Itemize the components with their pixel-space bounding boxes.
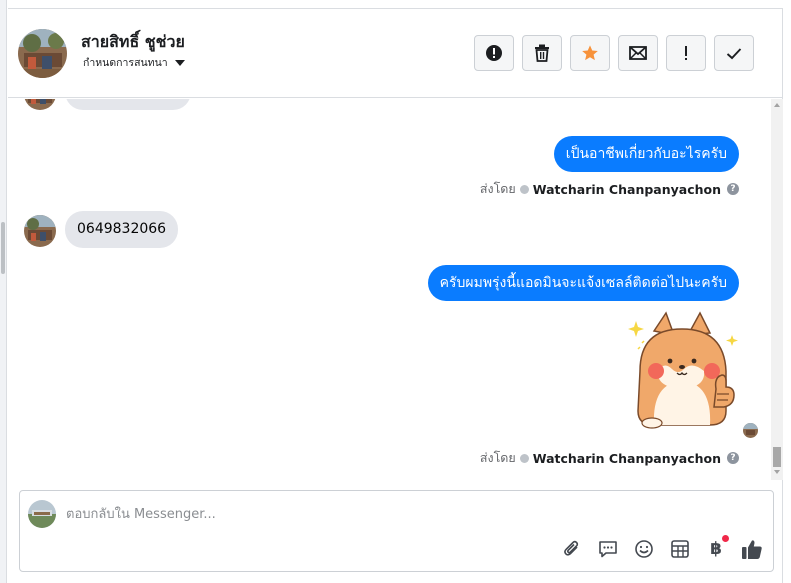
check-icon xyxy=(726,47,742,59)
header-actions xyxy=(474,35,754,71)
caret-down-icon xyxy=(174,59,185,66)
envelope-icon xyxy=(629,46,647,60)
like-button[interactable] xyxy=(741,538,763,560)
exclamation-icon xyxy=(685,46,687,60)
emoji-button[interactable] xyxy=(633,538,655,560)
message-thread[interactable]: เป็นอาชีพเกี่ยวกับอะไรครับ ส่งโดย Watcha… xyxy=(8,99,770,479)
sender-name[interactable]: Watcharin Chanpanyachon xyxy=(533,451,721,466)
like-icon xyxy=(742,540,762,559)
report-button[interactable] xyxy=(474,35,514,71)
baht-icon: ฿ xyxy=(710,539,722,559)
scroll-up-arrow-icon[interactable] xyxy=(774,103,780,107)
reply-composer: ฿ xyxy=(19,490,774,572)
sender-avatar[interactable] xyxy=(24,99,56,110)
left-scrollbar[interactable] xyxy=(0,0,7,583)
help-icon[interactable]: ? xyxy=(727,183,739,195)
sent-by-label: ส่งโดย Watcharin Chanpanyachon ? xyxy=(480,448,739,468)
contact-name: สายสิทธิ์ ชูช่วย xyxy=(81,32,185,51)
star-button[interactable] xyxy=(570,35,610,71)
conversation-header: สายสิทธิ์ ชูช่วย กำหนดการสนทนา xyxy=(8,9,782,98)
composer-toolbar: ฿ xyxy=(561,535,763,560)
mark-unread-button[interactable] xyxy=(618,35,658,71)
scroll-down-arrow-icon[interactable] xyxy=(774,470,780,474)
reply-input[interactable] xyxy=(66,501,716,527)
payment-button[interactable]: ฿ xyxy=(705,535,729,560)
attach-button[interactable] xyxy=(561,538,583,560)
attach-icon xyxy=(564,540,579,556)
delete-button[interactable] xyxy=(522,35,562,71)
alert-circle-icon xyxy=(486,45,502,61)
trash-icon xyxy=(535,44,549,62)
thread-scrollbar-thumb[interactable] xyxy=(773,447,781,467)
sender-name[interactable]: Watcharin Chanpanyachon xyxy=(533,182,721,197)
seen-by-avatar xyxy=(743,423,758,438)
conversation-settings-dropdown[interactable]: กำหนดการสนทนา xyxy=(83,54,185,71)
sender-avatar[interactable] xyxy=(24,215,56,247)
messenger-window: สายสิทธิ์ ชูช่วย กำหนดการสนทนา เป็นอาชีพ… xyxy=(0,0,791,583)
saved-replies-button[interactable] xyxy=(597,538,619,560)
important-button[interactable] xyxy=(666,35,706,71)
emoji-icon xyxy=(635,540,653,558)
incoming-message[interactable]: 0649832066 xyxy=(65,211,179,248)
shiba-thumbs-up-sticker[interactable] xyxy=(614,311,744,433)
incoming-message[interactable] xyxy=(65,99,191,110)
contact-avatar[interactable] xyxy=(18,29,67,78)
left-scrollbar-thumb[interactable] xyxy=(1,222,5,274)
sent-status-icon xyxy=(519,453,529,463)
outgoing-message[interactable]: ครับผมพรุ่งนี้แอดมินจะแจ้งเซลล์ติดต่อไปน… xyxy=(427,265,739,301)
table-icon xyxy=(671,540,689,558)
mark-done-button[interactable] xyxy=(714,35,754,71)
help-icon[interactable]: ? xyxy=(727,452,739,464)
sent-status-icon xyxy=(519,184,529,194)
star-icon xyxy=(582,45,598,61)
conversation-panel: สายสิทธิ์ ชูช่วย กำหนดการสนทนา เป็นอาชีพ… xyxy=(8,8,783,583)
saved-replies-icon xyxy=(599,541,617,558)
conversation-settings-label: กำหนดการสนทนา xyxy=(83,57,168,69)
thread-scrollbar[interactable] xyxy=(771,99,783,480)
sent-by-prefix: ส่งโดย xyxy=(479,181,516,196)
sent-by-prefix: ส่งโดย xyxy=(479,450,516,465)
table-button[interactable] xyxy=(669,538,691,560)
page-avatar xyxy=(28,500,56,528)
notification-dot xyxy=(722,535,729,542)
outgoing-message[interactable]: เป็นอาชีพเกี่ยวกับอะไรครับ xyxy=(553,136,739,172)
sent-by-label: ส่งโดย Watcharin Chanpanyachon ? xyxy=(480,179,739,199)
